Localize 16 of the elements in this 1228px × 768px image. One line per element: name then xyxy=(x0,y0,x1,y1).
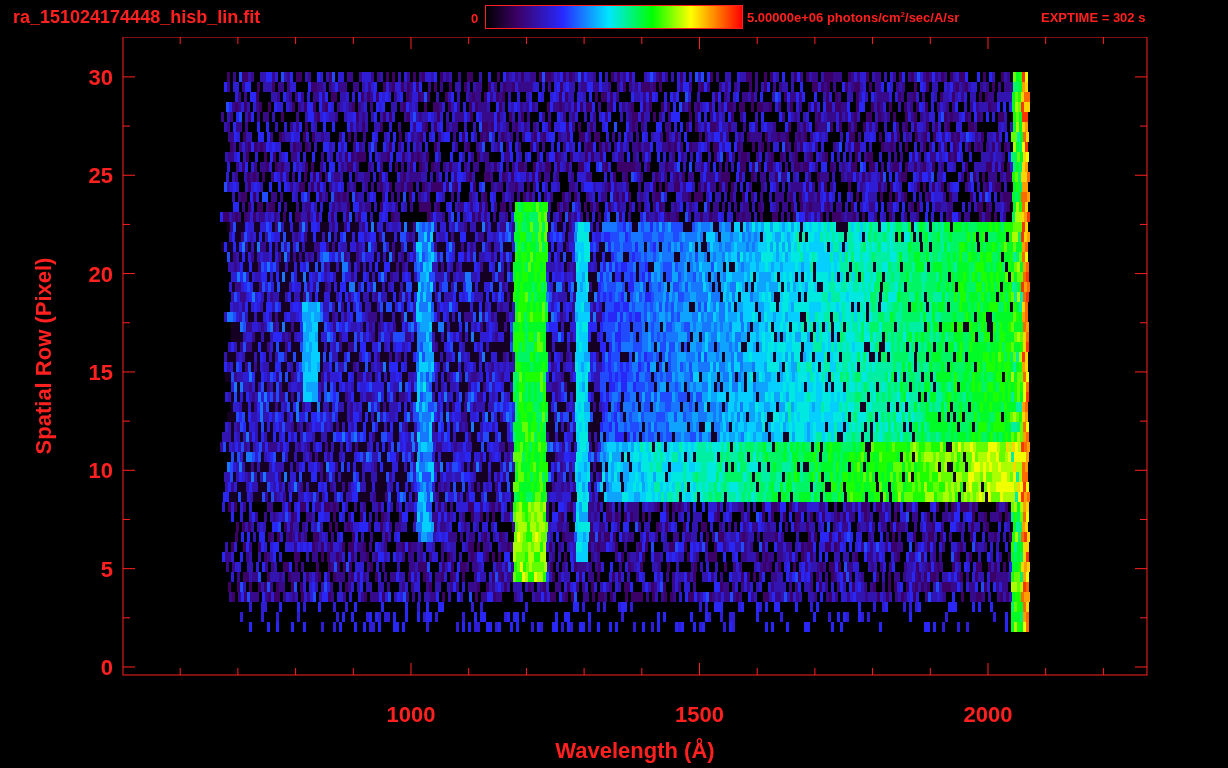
colorbar-min-label: 0 xyxy=(471,10,480,26)
x-tick-label: 1000 xyxy=(386,702,436,727)
file-title: ra_151024174448_hisb_lin.fit xyxy=(13,6,262,28)
y-tick-label: 20 xyxy=(88,261,113,287)
y-tick-label: 15 xyxy=(88,359,113,385)
x-tick-label: 1500 xyxy=(675,702,724,727)
y-tick-label: 10 xyxy=(88,458,113,484)
x-tick-label: 2000 xyxy=(963,702,1013,727)
exposure-time: EXPTIME = 302 s xyxy=(1041,9,1146,25)
y-tick-label: 30 xyxy=(88,64,113,90)
y-tick-label: 25 xyxy=(88,163,113,189)
y-axis-label: Spatial Row (Pixel) xyxy=(31,257,56,455)
y-tick-label: 5 xyxy=(100,556,113,582)
y-tick-label: 0 xyxy=(100,655,113,680)
x-axis-label: Wavelength (Å) xyxy=(555,738,715,763)
colorbar-max-label: 5.00000e+06 photons/cm$^{2}$/sec/A/sr xyxy=(747,9,961,26)
